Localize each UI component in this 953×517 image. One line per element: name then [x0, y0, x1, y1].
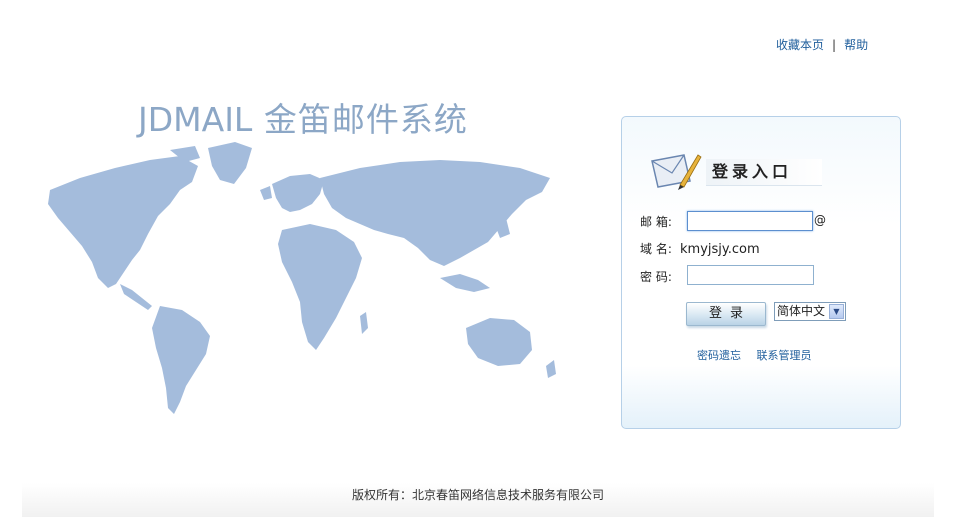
- login-links: 密码遗忘 联系管理员: [697, 347, 824, 363]
- top-links: 收藏本页 | 帮助: [776, 36, 868, 53]
- envelope-pen-icon: [651, 154, 702, 190]
- brand-en: JDMAIL: [138, 100, 253, 139]
- top-links-separator: |: [832, 38, 837, 52]
- password-row: 密 码:: [640, 268, 680, 285]
- email-label: 邮 箱:: [640, 215, 672, 229]
- world-map-image: [48, 142, 556, 414]
- email-row: 邮 箱:: [640, 213, 680, 230]
- language-select[interactable]: 简体中文 ▼: [774, 302, 846, 321]
- password-input[interactable]: [687, 265, 814, 285]
- domain-row: 域 名: kmyjsjy.com: [640, 240, 760, 257]
- bookmark-link[interactable]: 收藏本页: [776, 38, 824, 52]
- language-selected: 简体中文: [777, 304, 826, 318]
- forgot-password-link[interactable]: 密码遗忘: [697, 349, 741, 362]
- domain-value: kmyjsjy.com: [680, 242, 760, 257]
- domain-label: 域 名:: [640, 242, 672, 256]
- contact-admin-link[interactable]: 联系管理员: [757, 349, 812, 362]
- brand-cn: 金笛邮件系统: [263, 100, 468, 139]
- help-link[interactable]: 帮助: [844, 38, 868, 52]
- copyright-text: 版权所有：北京春笛网络信息技术服务有限公司: [351, 488, 604, 502]
- email-input[interactable]: [687, 211, 813, 231]
- brand-title: JDMAIL 金笛邮件系统: [138, 93, 468, 141]
- login-title: 登录入口: [706, 159, 822, 186]
- password-label: 密 码:: [640, 270, 672, 284]
- login-button[interactable]: 登录: [686, 302, 766, 326]
- at-sign: @: [814, 213, 826, 227]
- footer: 版权所有：北京春笛网络信息技术服务有限公司: [22, 483, 934, 517]
- chevron-down-icon[interactable]: ▼: [829, 304, 844, 319]
- login-header: 登录入口: [650, 151, 880, 191]
- login-panel: 登录入口 邮 箱: @ 域 名: kmyjsjy.com 密 码: 登录 简体中文…: [621, 116, 901, 429]
